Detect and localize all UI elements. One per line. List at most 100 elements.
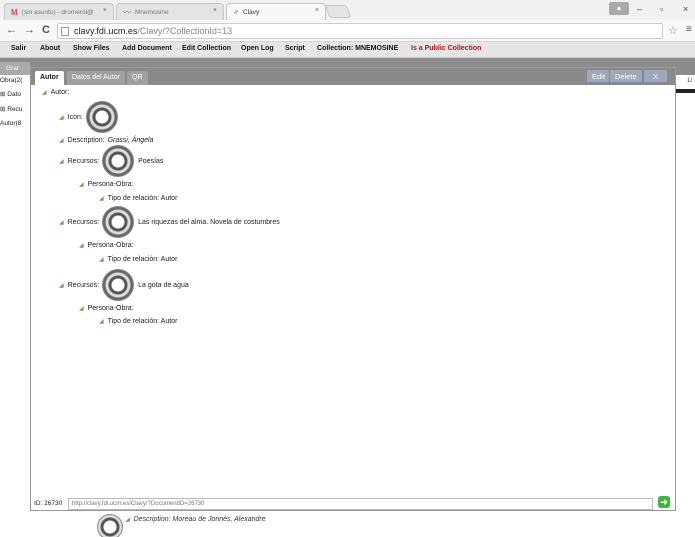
tab-qr[interactable]: QR xyxy=(127,71,148,85)
description-value: Grassi, Ángela xyxy=(107,137,154,144)
show-files-link[interactable]: Show Files xyxy=(73,45,110,52)
background-left-item: ⊞ Dato xyxy=(0,91,21,98)
go-arrow-icon[interactable]: ➜ xyxy=(658,496,670,508)
tree-node-icon: ◢ Icon: xyxy=(59,101,122,133)
collapse-triangle-icon[interactable]: ◢ xyxy=(59,219,64,226)
tree-label: Icon: xyxy=(67,113,83,121)
tree-node-recursos[interactable]: ◢ Recursos: La gota de agua xyxy=(59,269,189,301)
collapse-triangle-icon[interactable]: ◢ xyxy=(79,242,84,249)
gmail-icon: M xyxy=(11,7,18,17)
close-tab-icon[interactable]: × xyxy=(213,7,217,14)
url-input[interactable]: clavy.fdi.ucm.es/Clavy/?CollectionId=13 xyxy=(57,23,663,39)
tab-label: Clavy xyxy=(243,8,260,16)
background-bottom-strip xyxy=(30,510,676,537)
edit-button[interactable]: Edit xyxy=(586,69,611,83)
tree-node-tipo-relacion: ◢ Tipo de relación: Autor xyxy=(99,195,177,202)
background-tab: Grar xyxy=(0,62,30,75)
close-modal-button[interactable]: X xyxy=(643,69,669,83)
page-icon: 〰 xyxy=(123,7,131,17)
browser-tab-mnemosine[interactable]: 〰 Mnemosine × xyxy=(116,3,224,20)
back-icon[interactable]: ← xyxy=(6,24,17,36)
collapse-triangle-icon[interactable]: ◢ xyxy=(79,181,84,188)
collapse-triangle-icon: ◢ xyxy=(125,517,130,523)
address-bar-row: ← → C clavy.fdi.ucm.es/Clavy/?Collection… xyxy=(0,20,695,42)
document-id-label: ID: 26730 xyxy=(34,500,63,507)
collapse-triangle-icon[interactable]: ◢ xyxy=(42,89,47,96)
document-tree: ◢ Autor: ◢ Icon: ◢ Description: Grassi, Ánge… xyxy=(31,85,675,495)
tree-node-recursos[interactable]: ◢ Recursos: Las riquezas del alma. Novela… xyxy=(59,206,280,238)
document-modal: Autor Datos del Autor QR Edit Delete X ◢… xyxy=(30,67,676,511)
tree-label: Autor: xyxy=(50,89,70,96)
public-collection-label: Is a Public Collection xyxy=(411,45,482,52)
tab-label: (sin asunto) - dromerol@ xyxy=(21,8,94,16)
collapse-triangle-icon[interactable]: ◢ xyxy=(99,256,104,263)
recurso-title[interactable]: La gota de agua xyxy=(138,282,189,289)
tree-node-tipo-relacion: ◢ Tipo de relación: Autor xyxy=(99,318,177,325)
collection-label: Collection: MNEMOSINE xyxy=(317,45,399,52)
page-icon xyxy=(61,27,69,36)
tab-autor[interactable]: Autor xyxy=(35,71,64,85)
collapse-triangle-icon[interactable]: ◢ xyxy=(59,282,64,289)
tree-label: Description: xyxy=(67,137,105,144)
recurso-title[interactable]: Poesías xyxy=(138,158,163,165)
menu-icon[interactable]: ≡ xyxy=(686,24,692,35)
forward-icon[interactable]: → xyxy=(24,24,35,36)
salir-link[interactable]: Salir xyxy=(11,45,26,52)
collapse-triangle-icon[interactable]: ◢ xyxy=(59,114,64,121)
background-page-number: 1/ xyxy=(687,78,693,84)
document-url-input[interactable]: http://clavy.fdi.ucm.es/Clavy/?DocumentI… xyxy=(68,498,653,510)
background-left-pane: Obra(2( ⊞ Dato ⊞ Recu Autor(8 xyxy=(0,75,30,537)
background-right-pane: 1/ xyxy=(676,75,695,537)
tree-label: Persona-Obra: xyxy=(87,305,134,312)
reload-icon[interactable]: C xyxy=(42,24,50,36)
tree-node-recursos[interactable]: ◢ Recursos: Poesías xyxy=(59,145,163,177)
script-link[interactable]: Script xyxy=(285,45,305,52)
tab-datos-del-autor[interactable]: Datos del Autor xyxy=(67,71,125,85)
edit-collection-link[interactable]: Edit Collection xyxy=(182,45,231,52)
seal-icon xyxy=(97,514,123,537)
tree-node-persona-obra: ◢ Persona-Obra: xyxy=(79,181,134,188)
modal-header: Autor Datos del Autor QR Edit Delete X xyxy=(31,68,675,85)
tree-label: Persona-Obra: xyxy=(87,181,134,188)
close-tab-icon[interactable]: × xyxy=(315,7,319,14)
new-tab-button[interactable] xyxy=(324,5,352,18)
url-host: clavy.fdi.ucm.es xyxy=(74,26,138,36)
background-description-text: Description: Moreau de Jonnès, Alexandre xyxy=(133,516,266,523)
background-scrollbar xyxy=(676,89,695,93)
collapse-triangle-icon[interactable]: ◢ xyxy=(79,305,84,312)
browser-tabstrip: M (sin asunto) - dromerol@ × 〰 Mnemosine… xyxy=(0,0,695,20)
open-log-link[interactable]: Open Log xyxy=(241,45,274,52)
bookmark-star-icon[interactable]: ☆ xyxy=(668,24,678,37)
browser-tab-gmail[interactable]: M (sin asunto) - dromerol@ × xyxy=(4,3,114,20)
add-document-link[interactable]: Add Document xyxy=(122,45,172,52)
collapse-triangle-icon[interactable]: ◢ xyxy=(59,137,64,144)
tree-node-tipo-relacion: ◢ Tipo de relación: Autor xyxy=(99,256,177,263)
app-icon: ♂ xyxy=(233,7,239,17)
collapse-triangle-icon[interactable]: ◢ xyxy=(99,318,104,325)
recurso-title[interactable]: Las riquezas del alma. Novela de costumb… xyxy=(138,219,280,226)
background-left-item: Obra(2( xyxy=(0,77,23,84)
app-toolbar: Salir About Show Files Add Document Edit… xyxy=(0,42,695,58)
minimize-icon[interactable]: – xyxy=(637,4,642,14)
background-left-item: Autor(8 xyxy=(0,120,22,127)
tree-node-autor[interactable]: ◢ Autor: xyxy=(42,89,69,96)
profile-button[interactable]: ▲ xyxy=(609,2,629,15)
delete-button[interactable]: Delete xyxy=(609,69,643,83)
collapse-triangle-icon[interactable]: ◢ xyxy=(99,195,104,202)
tree-node-persona-obra: ◢ Persona-Obra: xyxy=(79,242,134,249)
browser-tab-clavy[interactable]: ♂ Clavy × xyxy=(226,3,326,20)
tab-label: Mnemosine xyxy=(135,8,169,16)
tree-label: Recursos: xyxy=(67,218,100,226)
background-left-item: ⊞ Recu xyxy=(0,106,23,113)
collapse-triangle-icon[interactable]: ◢ xyxy=(59,158,64,165)
close-tab-icon[interactable]: × xyxy=(103,7,107,14)
restore-icon[interactable]: ▫ xyxy=(660,4,663,14)
tree-node-description: ◢ Description: Grassi, Ángela xyxy=(59,137,154,144)
background-description: ◢ Description: Moreau de Jonnès, Alexandr… xyxy=(125,516,266,523)
tree-label: Tipo de relación: Autor xyxy=(107,318,178,325)
about-link[interactable]: About xyxy=(40,45,60,52)
close-window-icon[interactable]: × xyxy=(683,4,688,14)
tree-label: Persona-Obra: xyxy=(87,242,134,249)
seal-icon xyxy=(85,101,118,133)
tree-label: Tipo de relación: Autor xyxy=(107,256,178,263)
